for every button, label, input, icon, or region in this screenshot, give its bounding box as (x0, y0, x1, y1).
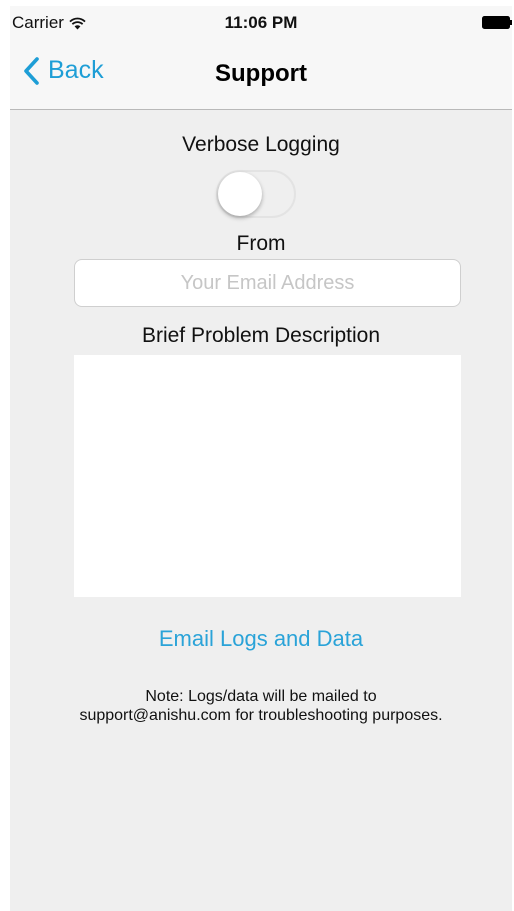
navigation-bar: Back Support (10, 40, 512, 110)
from-label: From (236, 232, 286, 255)
note-line-2: support@anishu.com for troubleshooting p… (79, 707, 443, 724)
note-line-1: Note: Logs/data will be mailed to (145, 688, 377, 705)
support-screen: Carrier 11:06 PM Back Support Verbose Lo… (10, 6, 512, 911)
verbose-logging-label: Verbose Logging (182, 133, 340, 156)
email-field[interactable] (74, 259, 461, 307)
verbose-logging-toggle[interactable] (216, 170, 296, 218)
status-time: 11:06 PM (224, 13, 298, 32)
status-bar: Carrier 11:06 PM (10, 6, 512, 40)
toggle-knob (218, 172, 262, 216)
chevron-left-icon (24, 56, 39, 85)
back-button-label: Back (48, 56, 104, 84)
back-button[interactable]: Back (22, 56, 104, 85)
battery-icon (482, 16, 512, 29)
email-logs-button[interactable]: Email Logs and Data (10, 626, 512, 652)
problem-description-field[interactable] (74, 355, 461, 597)
note-text: Note: Logs/data will be mailed to suppor… (10, 687, 512, 725)
description-label: Brief Problem Description (141, 324, 381, 347)
